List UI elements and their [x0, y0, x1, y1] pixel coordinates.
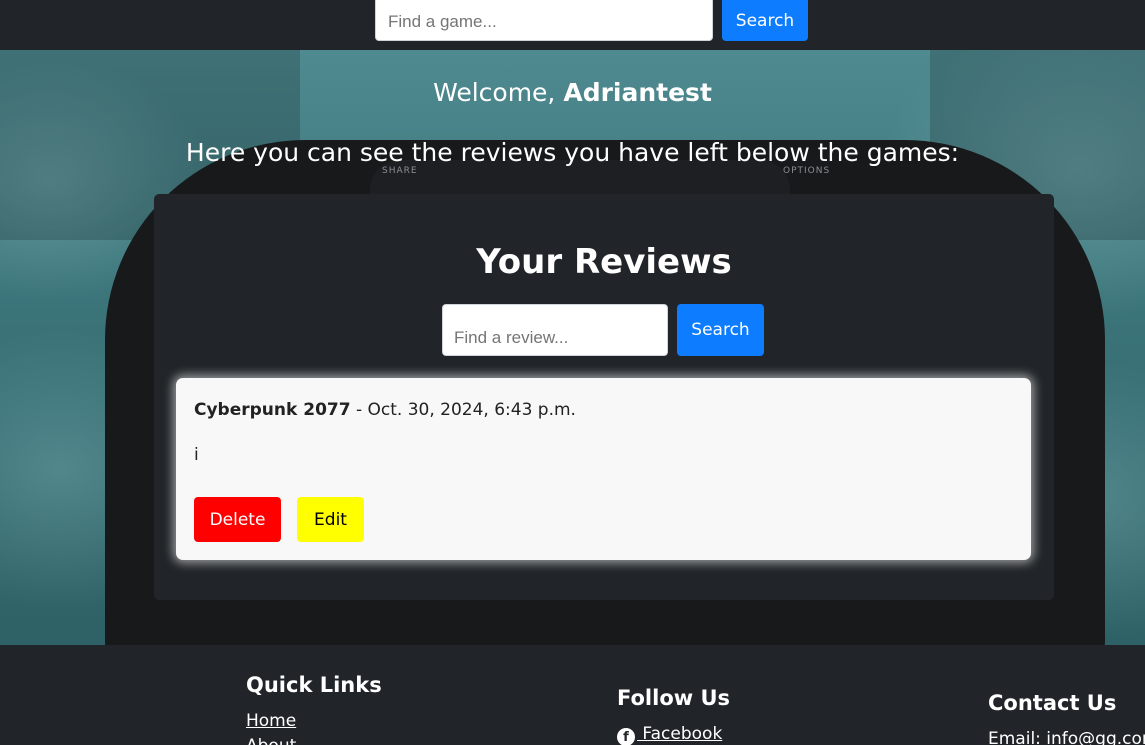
contact-email: Email: info@gg.com [988, 729, 1145, 745]
review-text: i [194, 445, 199, 465]
email-prefix: Email: [988, 729, 1047, 745]
welcome-prefix: Welcome, [433, 78, 556, 107]
review-search-input[interactable] [442, 304, 668, 356]
facebook-icon: f [617, 728, 635, 745]
footer-link-home[interactable]: Home [246, 711, 296, 731]
facebook-link[interactable]: f Facebook [617, 724, 722, 745]
controller-label-share: SHARE [382, 166, 418, 176]
contact-us-heading: Contact Us [988, 691, 1117, 715]
review-card: Cyberpunk 2077 - Oct. 30, 2024, 6:43 p.m… [176, 378, 1031, 560]
top-navbar: Search [0, 0, 1145, 50]
review-separator: - [350, 400, 368, 420]
follow-us-heading: Follow Us [617, 686, 731, 710]
email-link[interactable]: info@gg.com [1046, 729, 1145, 745]
edit-review-button[interactable]: Edit [297, 497, 364, 542]
facebook-label: Facebook [637, 724, 723, 744]
welcome-heading: Welcome, Adriantest [0, 78, 1145, 107]
game-search-button[interactable]: Search [722, 0, 808, 41]
username: Adriantest [563, 78, 712, 107]
reviews-subtitle: Here you can see the reviews you have le… [185, 138, 960, 167]
footer: Quick Links Home About Follow Us f Faceb… [0, 645, 1145, 745]
delete-review-button[interactable]: Delete [194, 497, 281, 542]
review-game-title: Cyberpunk 2077 [194, 400, 351, 420]
footer-link-about[interactable]: About [246, 736, 296, 745]
review-header: Cyberpunk 2077 - Oct. 30, 2024, 6:43 p.m… [194, 400, 576, 420]
controller-label-options: OPTIONS [783, 166, 831, 176]
reviews-panel: Your Reviews Search Cyberpunk 2077 - Oct… [154, 194, 1054, 600]
panel-title: Your Reviews [476, 242, 732, 282]
game-search-input[interactable] [375, 0, 713, 41]
review-search-button[interactable]: Search [677, 304, 764, 356]
review-date: Oct. 30, 2024, 6:43 p.m. [367, 400, 576, 420]
quick-links-heading: Quick Links [246, 673, 382, 697]
